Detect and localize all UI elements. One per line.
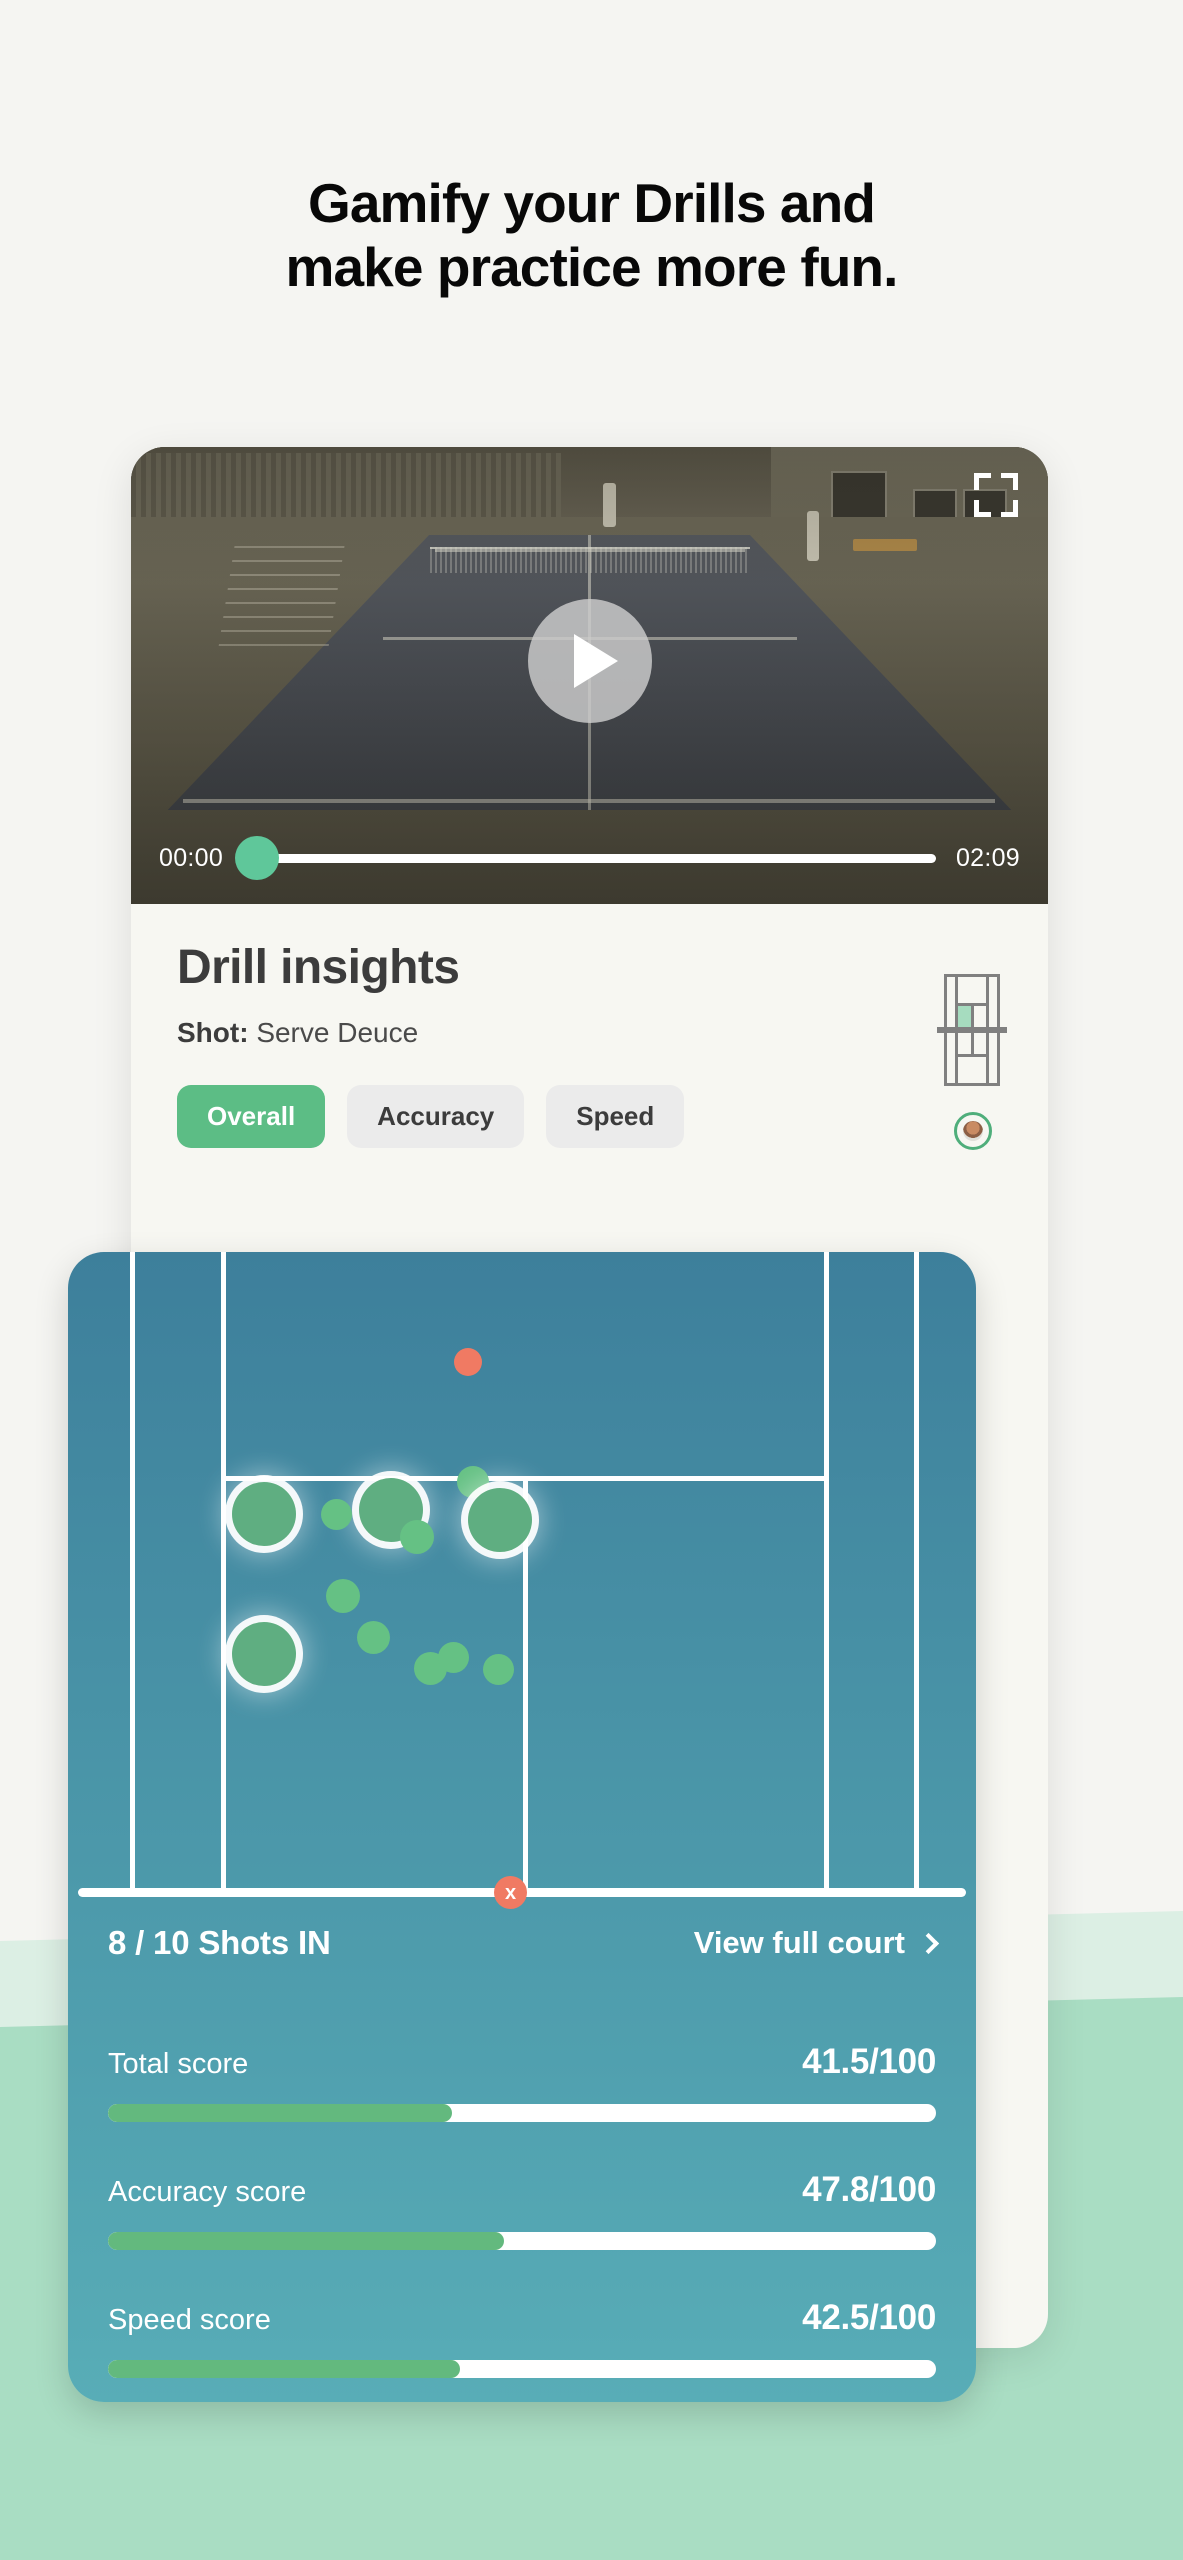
shot-placement-card: x 8 / 10 Shots IN View full court Total … (68, 1252, 976, 2402)
current-time-label: 00:00 (159, 843, 224, 872)
score-progress-bar (108, 2104, 936, 2122)
duration-label: 02:09 (955, 843, 1020, 872)
score-value: 47.8/100 (802, 2170, 936, 2209)
play-button[interactable] (527, 599, 652, 723)
shot-value: Serve Deuce (256, 1017, 419, 1048)
shot-marker-in[interactable] (357, 1621, 390, 1654)
tab-overall[interactable]: Overall (177, 1085, 326, 1148)
shot-label: Shot: (177, 1017, 249, 1048)
score-label: Accuracy score (108, 2176, 307, 2208)
score-progress-bar (108, 2232, 936, 2250)
court-line-doubles-left (130, 1252, 135, 1892)
shot-marker-in[interactable] (321, 1499, 352, 1530)
video-player[interactable]: 00:00 02:09 (131, 447, 1048, 904)
shot-type-row: Shot: Serve Deuce (177, 1017, 1002, 1049)
shot-marker-in[interactable] (232, 1622, 296, 1686)
score-row-speed: Speed score 42.5/100 (108, 2298, 936, 2378)
score-label: Speed score (108, 2304, 271, 2336)
score-progress-fill (108, 2360, 460, 2378)
headline-line-1: Gamify your Drills and (307, 172, 876, 234)
court-line-singles-left (221, 1252, 226, 1892)
score-label: Total score (108, 2048, 249, 2080)
score-progress-fill (108, 2232, 504, 2250)
tab-speed[interactable]: Speed (546, 1085, 685, 1148)
tab-accuracy[interactable]: Accuracy (347, 1085, 525, 1148)
metric-tabs: Overall Accuracy Speed (177, 1085, 1002, 1148)
score-row-total: Total score 41.5/100 (108, 2042, 936, 2122)
fullscreen-icon[interactable] (974, 473, 1018, 517)
score-value: 42.5/100 (802, 2298, 936, 2337)
shot-marker-in[interactable] (468, 1488, 532, 1552)
score-progress-bar (108, 2360, 936, 2378)
shots-in-count: 8 / 10 Shots IN (108, 1924, 331, 1961)
video-scrubber-thumb[interactable] (234, 836, 279, 880)
shots-summary-row: 8 / 10 Shots IN View full court (68, 1924, 976, 1962)
shot-marker-out[interactable] (454, 1348, 482, 1376)
chevron-right-icon (917, 1932, 940, 1954)
mini-court-diagram[interactable] (937, 974, 1007, 1086)
shot-marker-in[interactable] (326, 1579, 360, 1613)
score-progress-fill (108, 2104, 452, 2122)
video-controls: 00:00 02:09 (131, 812, 1048, 904)
player-avatar-icon[interactable] (954, 1112, 992, 1150)
drill-insights-section: Drill insights Shot: Serve Deuce Overall… (131, 904, 1048, 1150)
score-list: Total score 41.5/100 Accuracy score 47.8… (68, 2042, 976, 2402)
shot-marker-in[interactable] (232, 1482, 296, 1546)
score-value: 41.5/100 (802, 2042, 936, 2081)
shot-marker-in[interactable] (483, 1654, 514, 1685)
headline-line-2: make practice more fun. (285, 235, 898, 298)
page-title: Drill insights (177, 941, 460, 994)
court-line-singles-right (824, 1252, 829, 1892)
video-scrubber-track[interactable] (234, 836, 936, 880)
score-row-accuracy: Accuracy score 47.8/100 (108, 2170, 936, 2250)
shot-marker-in[interactable] (400, 1520, 434, 1554)
page-headline: Gamify your Drills and make practice mor… (0, 172, 1183, 300)
play-icon (573, 634, 618, 688)
view-full-court-link[interactable]: View full court (693, 1925, 940, 1961)
view-full-court-label: View full court (693, 1925, 905, 1960)
fault-x-icon: x (504, 1881, 517, 1904)
shot-marker-in[interactable] (438, 1642, 469, 1673)
court-line-doubles-right (914, 1252, 919, 1892)
net-line (937, 1027, 1007, 1033)
shot-marker-fault[interactable]: x (494, 1876, 527, 1909)
